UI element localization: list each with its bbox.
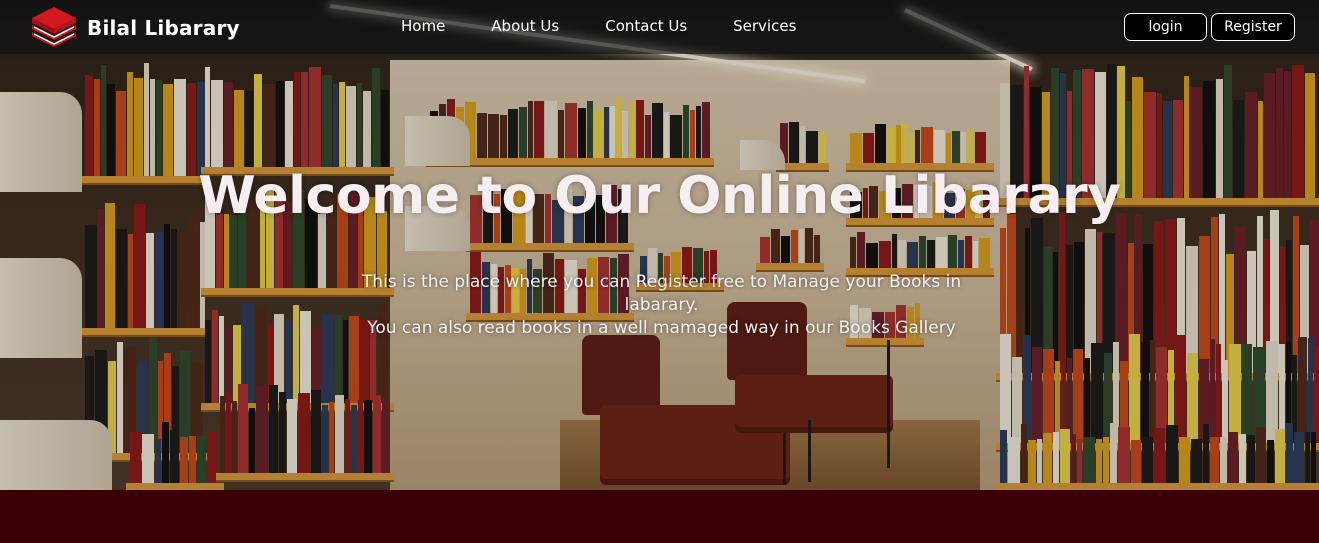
nav-link-contact-us[interactable]: Contact Us xyxy=(605,17,687,35)
register-button[interactable]: Register xyxy=(1211,13,1295,41)
dark-overlay xyxy=(0,0,1319,490)
footer-band xyxy=(0,490,1319,543)
auth-buttons: login Register xyxy=(1124,13,1295,41)
hero-description-line-1: This is the place where you can Register… xyxy=(361,272,962,315)
hero-description-line-2: You can also read books in a well mamage… xyxy=(367,318,956,338)
hero-description: This is the place where you can Register… xyxy=(340,271,983,340)
top-navbar: Bilal Libarary Home About Us Contact Us … xyxy=(0,0,1319,54)
library-background-image xyxy=(0,0,1319,490)
nav-link-about-us[interactable]: About Us xyxy=(491,17,559,35)
login-button[interactable]: login xyxy=(1124,13,1207,41)
nav-link-services[interactable]: Services xyxy=(733,17,796,35)
brand[interactable]: Bilal Libarary xyxy=(29,4,240,52)
nav-link-home[interactable]: Home xyxy=(401,17,445,35)
brand-name: Bilal Libarary xyxy=(87,16,240,40)
stacked-books-icon xyxy=(32,7,76,47)
nav-links: Home About Us Contact Us Services xyxy=(401,17,842,35)
hero-title: Welcome to Our Online Libarary xyxy=(198,166,1121,226)
hero-section: Welcome to Our Online Libarary This is t… xyxy=(0,0,1319,490)
